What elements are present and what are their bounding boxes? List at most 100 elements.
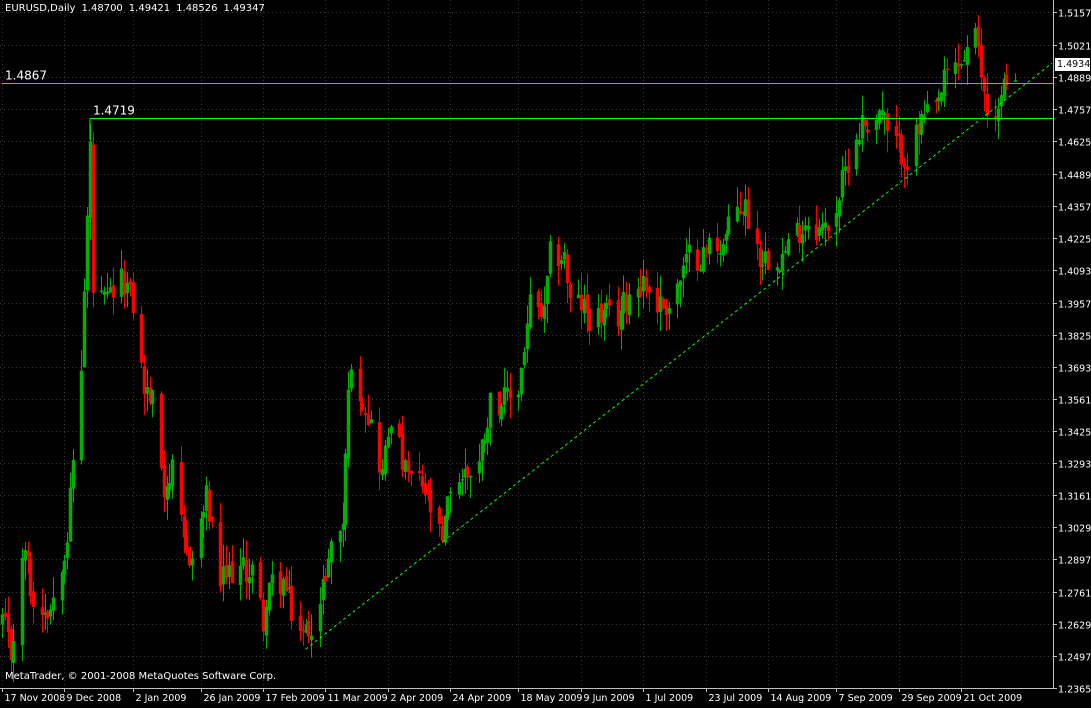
candle-down: [905, 166, 910, 170]
y-tick-label: 1.47570: [1058, 106, 1091, 117]
candle-down: [655, 288, 660, 313]
candle-up: [238, 565, 243, 585]
candle-down: [278, 571, 283, 595]
candle-down: [31, 591, 36, 608]
candle-up: [914, 124, 919, 166]
y-tick-label: 1.32930: [1058, 460, 1091, 471]
current-price-label: 1.49347: [1055, 58, 1091, 71]
candle-down: [111, 285, 116, 298]
candle-up: [221, 566, 226, 585]
candle-up: [743, 199, 748, 217]
candle-down: [417, 470, 422, 474]
candle-down: [420, 476, 425, 487]
candle-down: [360, 403, 365, 410]
candle-down: [298, 615, 303, 631]
candle-up: [681, 265, 686, 279]
price-chart[interactable]: 1.4867 1.4719 1.51570 1.50210 1.48890 1.4757…: [0, 0, 1091, 704]
candle-up: [834, 213, 839, 227]
candle-down: [366, 414, 371, 426]
y-tick-label: 1.35610: [1058, 396, 1091, 407]
candle-up: [499, 405, 504, 420]
candle-up: [882, 112, 887, 116]
candle-down: [159, 393, 164, 469]
candle-down: [400, 432, 405, 470]
y-tick-label: 1.43570: [1058, 203, 1091, 214]
candle-up: [877, 110, 882, 124]
candle-up: [857, 139, 862, 145]
candle-up: [460, 479, 465, 481]
candle-down: [409, 470, 414, 474]
y-tick-label: 1.46250: [1058, 138, 1091, 149]
candle-up: [1013, 80, 1018, 82]
candle-down: [894, 125, 899, 137]
candle-up: [559, 260, 564, 265]
chart-frame: 1.4867 1.4719 1.51570 1.50210 1.48890 1.4757…: [0, 0, 1091, 704]
candle-up: [309, 635, 314, 641]
candle-down: [182, 516, 187, 538]
candle-up: [726, 216, 731, 234]
candle-up: [996, 108, 1001, 122]
candle-up: [837, 200, 842, 217]
candle-down: [902, 163, 907, 168]
candle-down: [976, 26, 981, 47]
symbol-name: EURUSD,Daily: [5, 3, 76, 14]
candle-down: [284, 576, 289, 592]
candle-up: [803, 225, 808, 231]
candle-up: [965, 47, 970, 66]
y-tick-label: 1.38250: [1058, 332, 1091, 343]
candle-up: [281, 578, 286, 596]
candle-up: [519, 367, 524, 395]
candle-up: [79, 370, 84, 461]
candle-up: [942, 69, 947, 96]
y-tick-label: 1.42250: [1058, 235, 1091, 246]
x-tick-label: 17 Feb 2009: [266, 693, 325, 704]
y-tick-label: 1.48890: [1058, 74, 1091, 85]
y-tick-label: 1.30290: [1058, 524, 1091, 535]
candle-down: [258, 562, 263, 598]
horizontal-line-label-1: 1.4867: [5, 69, 47, 83]
candle-up: [62, 560, 67, 575]
candle-down: [982, 77, 987, 92]
candle-down: [207, 489, 212, 522]
candle-up: [783, 251, 788, 253]
candle-up: [817, 227, 822, 236]
candle-down: [644, 277, 649, 291]
x-tick-label: 18 May 2009: [521, 693, 583, 704]
candle-down: [945, 68, 950, 70]
x-tick-label: 7 Sep 2009: [839, 693, 893, 704]
candle-up: [170, 459, 175, 487]
candle-down: [579, 294, 584, 311]
candle-down: [3, 612, 8, 617]
candle-down: [358, 368, 363, 402]
candle-up: [389, 426, 394, 434]
candle-down: [230, 561, 235, 583]
y-tick-label: 1.24970: [1058, 653, 1091, 664]
candle-down: [661, 298, 666, 309]
candle-up: [602, 309, 607, 326]
candle-up: [82, 291, 87, 368]
candle-up: [820, 224, 825, 231]
candle-up: [502, 387, 507, 406]
candle-up: [760, 265, 765, 267]
candle-up: [88, 141, 93, 219]
candle-up: [718, 253, 723, 255]
candle-up: [119, 268, 124, 297]
candle-up: [735, 206, 740, 222]
candle-up: [939, 92, 944, 102]
candle-down: [647, 286, 652, 293]
candle-down: [979, 44, 984, 78]
y-tick-label: 1.44890: [1058, 171, 1091, 182]
candle-down: [993, 116, 998, 120]
candle-up: [596, 308, 601, 328]
candle-down: [397, 423, 402, 438]
candle-up: [343, 453, 348, 526]
candle-down: [142, 366, 147, 395]
x-tick-label: 9 Jun 2009: [584, 693, 635, 704]
candle-up: [201, 511, 206, 518]
candle-up: [23, 550, 28, 561]
candle-up: [241, 557, 246, 567]
y-tick-label: 1.31610: [1058, 492, 1091, 503]
candle-up: [786, 239, 791, 255]
candle-down: [406, 460, 411, 472]
candle-up: [823, 222, 828, 228]
